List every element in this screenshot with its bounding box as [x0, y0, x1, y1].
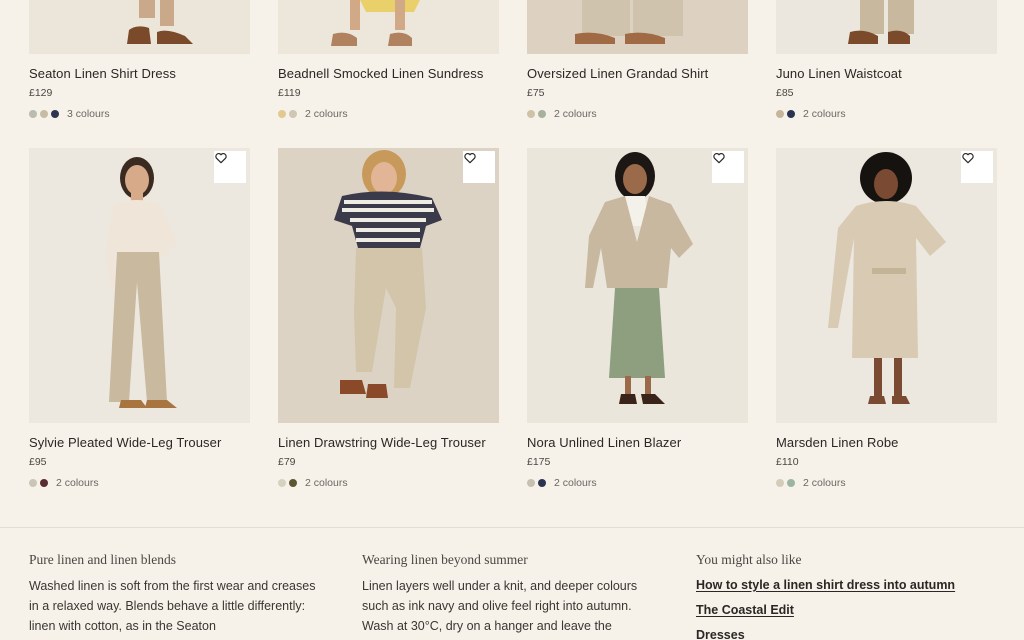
heart-icon [962, 153, 974, 164]
section-heading: You might also like [696, 552, 802, 567]
section-heading: Wearing linen beyond summer [362, 552, 528, 567]
wishlist-button[interactable] [463, 151, 495, 183]
colour-count: 2 colours [305, 477, 348, 489]
colour-swatch[interactable] [289, 110, 297, 118]
colour-swatches: 2 colours [29, 477, 250, 489]
product-grid-bottom: Sylvie Pleated Wide-Leg Trouser £95 2 co… [29, 148, 997, 489]
colour-swatch[interactable] [278, 479, 286, 487]
colour-swatch[interactable] [538, 110, 546, 118]
related-link-coastal-edit[interactable]: The Coastal Edit [696, 601, 986, 620]
product-name[interactable]: Linen Drawstring Wide-Leg Trouser [278, 435, 499, 450]
colour-swatch[interactable] [538, 479, 546, 487]
colour-count: 2 colours [554, 477, 597, 489]
colour-count: 2 colours [305, 108, 348, 120]
product-image[interactable] [776, 0, 997, 54]
colour-swatches: 2 colours [278, 477, 499, 489]
colour-swatches: 2 colours [776, 108, 997, 120]
colour-swatch[interactable] [527, 479, 535, 487]
product-price: £129 [29, 87, 53, 99]
colour-swatches: 2 colours [776, 477, 997, 489]
product-price: £175 [527, 456, 551, 468]
product-price: £119 [278, 87, 301, 99]
product-name[interactable]: Nora Unlined Linen Blazer [527, 435, 748, 450]
product-image[interactable] [527, 0, 748, 54]
colour-swatch[interactable] [289, 479, 297, 487]
product-price: £75 [527, 87, 545, 99]
wishlist-button[interactable] [961, 151, 993, 183]
heart-icon [713, 153, 725, 164]
colour-swatches: 3 colours [29, 108, 250, 120]
product-image[interactable] [776, 148, 997, 423]
colour-count: 3 colours [67, 108, 110, 120]
product-image[interactable] [29, 148, 250, 423]
info-section-beyond-summer: Wearing linen beyond summer Linen layers… [362, 552, 652, 636]
product-price: £110 [776, 456, 799, 468]
colour-swatch[interactable] [787, 110, 795, 118]
wishlist-button[interactable] [712, 151, 744, 183]
section-heading: Pure linen and linen blends [29, 552, 176, 567]
colour-swatch[interactable] [278, 110, 286, 118]
product-name[interactable]: Oversized Linen Grandad Shirt [527, 66, 748, 81]
product-image[interactable] [29, 0, 250, 54]
product-card-seaton[interactable]: Seaton Linen Shirt Dress £129 3 colours [29, 0, 250, 120]
product-price: £95 [29, 456, 47, 468]
product-card-drawstring-trouser[interactable]: Linen Drawstring Wide-Leg Trouser £79 2 … [278, 148, 499, 489]
colour-swatch[interactable] [776, 479, 784, 487]
product-name[interactable]: Beadnell Smocked Linen Sundress [278, 66, 499, 81]
product-card-grandad-shirt[interactable]: Oversized Linen Grandad Shirt £75 2 colo… [527, 0, 748, 120]
colour-swatch[interactable] [40, 110, 48, 118]
colour-count: 2 colours [56, 477, 99, 489]
colour-count: 2 colours [803, 108, 846, 120]
colour-count: 2 colours [803, 477, 846, 489]
heart-icon [464, 153, 476, 164]
colour-swatches: 2 colours [527, 108, 748, 120]
colour-swatch[interactable] [29, 479, 37, 487]
wishlist-button[interactable] [214, 151, 246, 183]
product-image[interactable] [278, 148, 499, 423]
related-links: You might also like How to style a linen… [696, 552, 986, 640]
colour-swatches: 2 colours [278, 108, 499, 120]
info-section-linen: Pure linen and linen blends Washed linen… [29, 552, 319, 636]
colour-swatch[interactable] [787, 479, 795, 487]
product-image[interactable] [527, 148, 748, 423]
section-divider [0, 527, 1024, 528]
product-name[interactable]: Sylvie Pleated Wide-Leg Trouser [29, 435, 250, 450]
colour-swatch[interactable] [51, 110, 59, 118]
product-card-beadnell[interactable]: Beadnell Smocked Linen Sundress £119 2 c… [278, 0, 499, 120]
heart-icon [215, 153, 227, 164]
product-image[interactable] [278, 0, 499, 54]
related-link-style-guide[interactable]: How to style a linen shirt dress into au… [696, 576, 986, 595]
product-card-sylvie[interactable]: Sylvie Pleated Wide-Leg Trouser £95 2 co… [29, 148, 250, 489]
product-grid-top: Seaton Linen Shirt Dress £129 3 colours … [29, 0, 997, 120]
product-price: £85 [776, 87, 794, 99]
colour-swatches: 2 colours [527, 477, 748, 489]
colour-swatch[interactable] [40, 479, 48, 487]
product-name[interactable]: Marsden Linen Robe [776, 435, 997, 450]
colour-swatch[interactable] [776, 110, 784, 118]
product-card-nora-blazer[interactable]: Nora Unlined Linen Blazer £175 2 colours [527, 148, 748, 489]
colour-swatch[interactable] [527, 110, 535, 118]
product-name[interactable]: Juno Linen Waistcoat [776, 66, 997, 81]
section-body: Linen layers well under a knit, and deep… [362, 579, 638, 633]
colour-count: 2 colours [554, 108, 597, 120]
product-card-juno[interactable]: Juno Linen Waistcoat £85 2 colours [776, 0, 997, 120]
section-body: Washed linen is soft from the first wear… [29, 579, 316, 633]
related-link-dresses[interactable]: Dresses [696, 626, 986, 640]
colour-swatch[interactable] [29, 110, 37, 118]
product-price: £79 [278, 456, 296, 468]
product-name[interactable]: Seaton Linen Shirt Dress [29, 66, 250, 81]
product-card-marsden-robe[interactable]: Marsden Linen Robe £110 2 colours [776, 148, 997, 489]
